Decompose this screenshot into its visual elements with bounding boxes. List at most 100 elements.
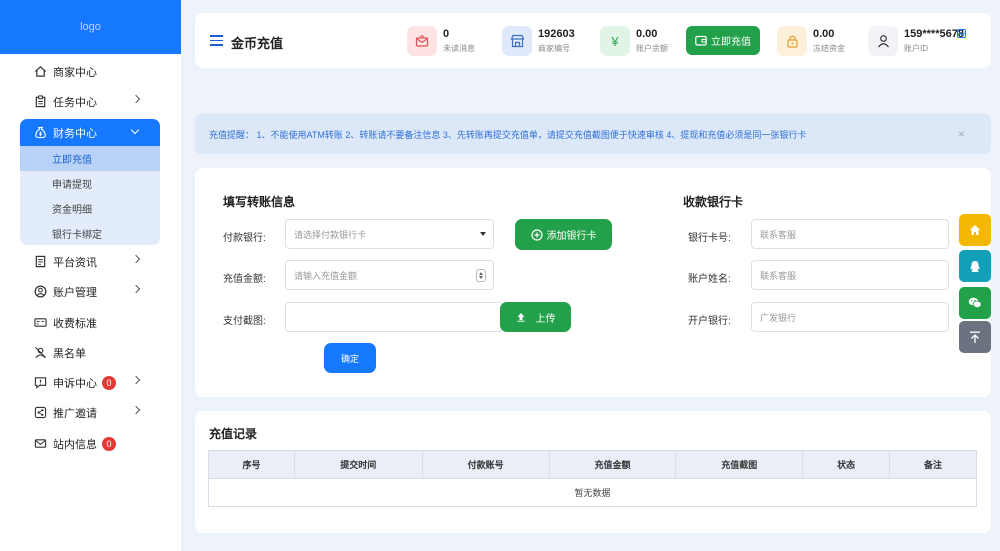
payment-bank-select[interactable]: 请选择付款银行卡 (285, 219, 494, 249)
chevron-right-icon (131, 405, 141, 415)
sidebar-item-promotion[interactable]: 推广邀请 (0, 398, 181, 428)
store-icon (502, 26, 532, 56)
account-name-field: 联系客服 (751, 260, 949, 290)
upload-icon (517, 313, 524, 322)
frozen-funds-label: 冻结资金 (813, 44, 845, 53)
bank-label: 付款银行: (223, 233, 266, 244)
home-float-button[interactable] (959, 214, 991, 246)
back-to-top-button[interactable] (959, 321, 991, 353)
table-row: 暂无数据 (208, 478, 977, 507)
frozen-funds-value: 0.00 (813, 28, 835, 40)
arrow-up-icon (970, 331, 980, 343)
wallet-icon (695, 35, 707, 46)
merchant-id-value: 192603 (538, 28, 575, 40)
sidebar-item-fee-standard[interactable]: 收费标准 (0, 308, 181, 338)
sub-item-fund-details[interactable]: 资金明细 (20, 196, 160, 221)
account-id-value: 159****5678 (904, 28, 964, 40)
chevron-right-icon (131, 284, 141, 294)
lock-icon (777, 26, 807, 56)
column-header: 序号 (208, 450, 295, 479)
upload-label: 上传 (535, 313, 556, 325)
account-name-label: 账户姓名: (688, 274, 731, 285)
yuan-icon: ¥ (600, 26, 630, 56)
wechat-icon (968, 297, 982, 308)
account-stat[interactable]: 159****5678 账户ID (868, 26, 978, 56)
number-stepper-icon[interactable] (476, 269, 486, 282)
chevron-right-icon (131, 254, 141, 264)
sidebar: logo 商家中心 任务中心 平台资讯 账户管理 收费标准 黑名单 申诉中心 0… (0, 0, 181, 551)
price-tag-icon (34, 318, 47, 327)
transfer-form-card: 填写转账信息 付款银行: 请选择付款银行卡 添加银行卡 充值金额: 请输入充值金… (195, 168, 991, 397)
column-header: 提交时间 (293, 450, 423, 479)
sidebar-item-label: 收费标准 (53, 318, 97, 330)
alert-icon (34, 377, 47, 389)
bank-placeholder: 请选择付款银行卡 (294, 229, 367, 240)
transfer-info-title: 填写转账信息 (223, 195, 296, 209)
menu-toggle-icon[interactable] (210, 35, 223, 46)
sub-item-recharge[interactable]: 立即充值 (20, 146, 160, 171)
records-title: 充值记录 (209, 427, 258, 441)
sidebar-item-label: 申诉中心 (53, 378, 97, 390)
column-header: 状态 (802, 450, 891, 479)
caret-down-icon (480, 232, 486, 236)
sidebar-item-account-management[interactable]: 账户管理 (0, 277, 181, 307)
sidebar-item-appeal-center[interactable]: 申诉中心 0 (0, 368, 181, 398)
close-icon[interactable]: × (958, 127, 965, 141)
balance-value: 0.00 (636, 28, 658, 40)
chevron-down-icon (130, 125, 140, 135)
merchant-id-label: 商家编号 (538, 44, 570, 53)
sidebar-item-blacklist[interactable]: 黑名单 (0, 338, 181, 368)
sidebar-item-label: 账户管理 (53, 287, 97, 299)
page-title: 金币充值 (231, 36, 284, 51)
opening-bank-value: 广发银行 (760, 312, 797, 323)
sidebar-item-label: 商家中心 (53, 67, 97, 79)
user-blocked-icon (34, 346, 47, 359)
sub-item-withdraw[interactable]: 申请提现 (20, 171, 160, 196)
dropdown-icon[interactable] (957, 29, 966, 38)
add-bank-card-button[interactable]: 添加银行卡 (515, 219, 612, 250)
payment-screenshot-field[interactable] (285, 302, 503, 332)
account-id-label: 账户ID (904, 44, 928, 53)
header-bar: 金币充值 0 未读消息 192603 商家编号 ¥ 0.00 账户余额 立即充值… (195, 13, 991, 68)
balance-label: 账户余额 (636, 44, 668, 53)
table-header-row: 序号 提交时间 付款账号 充值金额 充值截图 状态 备注 (208, 450, 977, 479)
sidebar-menu: 商家中心 任务中心 平台资讯 账户管理 收费标准 黑名单 申诉中心 0 推广邀请… (0, 54, 181, 451)
recharge-now-button[interactable]: 立即充值 (686, 26, 760, 55)
sidebar-item-label: 黑名单 (53, 348, 86, 360)
unread-messages-value: 0 (443, 28, 450, 40)
plus-circle-icon (530, 228, 543, 241)
sub-item-bind-bank-card[interactable]: 银行卡绑定 (20, 221, 160, 245)
notice-text: 充值提醒： 1、不能使用ATM转账 2、转账请不要备注信息 3、先转账再提交充值… (209, 129, 807, 140)
home-icon (969, 225, 981, 235)
recharge-amount-input[interactable]: 请输入充值金额 (285, 260, 494, 290)
screenshot-label: 支付截图: (223, 316, 266, 327)
appeal-count-badge: 0 (102, 376, 116, 390)
account-name-value: 联系客服 (760, 270, 797, 281)
document-icon (35, 255, 46, 268)
card-number-value: 联系客服 (760, 229, 797, 240)
chevron-right-icon (131, 94, 141, 104)
wechat-float-button[interactable] (959, 287, 991, 319)
sidebar-item-finance-center[interactable]: 财务中心 (20, 119, 160, 146)
user-circle-icon (34, 285, 47, 298)
envelope-icon (407, 26, 437, 56)
recharge-notice: 充值提醒： 1、不能使用ATM转账 2、转账请不要备注信息 3、先转账再提交充值… (195, 114, 991, 154)
sidebar-item-merchant-center[interactable]: 商家中心 (0, 57, 181, 87)
upload-button[interactable]: 上传 (500, 302, 571, 332)
user-icon (868, 26, 898, 56)
confirm-button[interactable]: 确定 (324, 343, 376, 373)
logo: logo (0, 0, 181, 54)
qq-float-button[interactable] (959, 250, 991, 282)
opening-bank-field: 广发银行 (751, 302, 949, 332)
sidebar-item-platform-news[interactable]: 平台资讯 (0, 247, 181, 277)
card-number-field: 联系客服 (751, 219, 949, 249)
sidebar-item-label: 财务中心 (53, 127, 97, 140)
unread-messages-label: 未读消息 (443, 44, 475, 53)
amount-placeholder: 请输入充值金额 (294, 270, 358, 281)
sidebar-item-task-center[interactable]: 任务中心 (0, 87, 181, 117)
recharge-now-label: 立即充值 (711, 37, 751, 48)
sidebar-item-messages[interactable]: 站内信息 0 (0, 429, 181, 459)
qq-icon (970, 260, 980, 272)
sidebar-item-label: 推广邀请 (53, 408, 97, 420)
column-header: 备注 (889, 450, 977, 479)
